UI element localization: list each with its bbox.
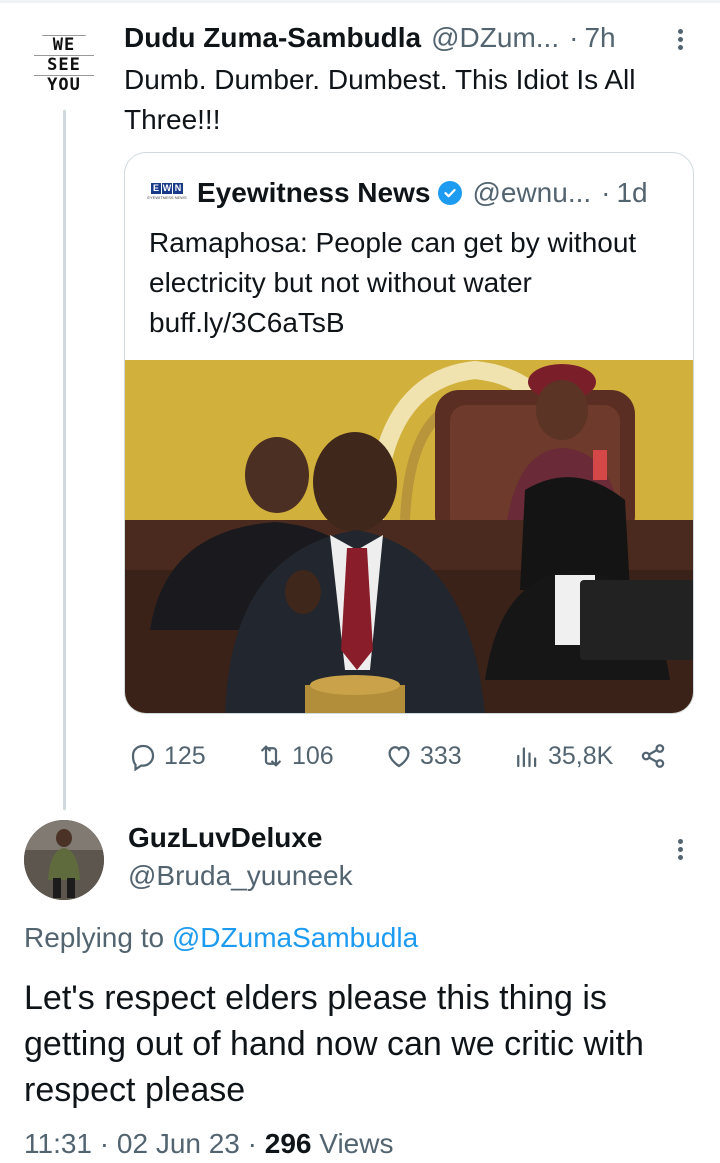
quoted-tweet-text: Ramaphosa: People can get by without ele… <box>149 227 637 338</box>
quoted-separator: · <box>601 177 611 208</box>
author-handle[interactable]: @DZum... <box>431 22 559 54</box>
retweet-button[interactable]: 106 <box>256 738 334 774</box>
reply-icon <box>131 744 155 771</box>
quoted-author-name[interactable]: Eyewitness News <box>197 177 430 209</box>
tweet-time[interactable]: 7h <box>584 22 615 54</box>
tweet-separator: · <box>569 22 579 53</box>
reply-author-handle[interactable]: @Bruda_yuuneek <box>128 860 353 892</box>
avatar-text-you: YOU <box>47 75 81 95</box>
news-photo[interactable] <box>125 360 694 714</box>
replying-prefix: Replying to <box>24 922 165 953</box>
share-button[interactable] <box>638 738 674 774</box>
reply-button[interactable]: 125 <box>128 738 206 774</box>
avatar-text-we: WE <box>52 35 76 55</box>
replying-to-line: Replying to @DZumaSambudla <box>24 922 418 954</box>
reply-time[interactable]: 11:31 <box>24 1128 92 1159</box>
like-count: 333 <box>420 741 462 770</box>
views-button[interactable]: 35,8K <box>512 738 613 774</box>
share-icon <box>641 744 665 768</box>
retweet-icon <box>261 745 281 767</box>
heart-icon <box>388 746 410 768</box>
reply-author-avatar[interactable] <box>24 820 104 900</box>
reply-text: Let's respect elders please this thing i… <box>24 979 644 1109</box>
tweet-header: Dudu Zuma-Sambudla @DZum... · 7h <box>124 22 616 54</box>
reply-views-label: Views <box>319 1128 394 1159</box>
quoted-tweet-header: E W N EYEWITNESS NEWS Eyewitness News @e… <box>147 177 647 209</box>
author-avatar[interactable]: WE SEE YOU <box>28 28 100 100</box>
like-button[interactable]: 333 <box>384 738 462 774</box>
quoted-tweet-card[interactable]: E W N EYEWITNESS NEWS Eyewitness News @e… <box>124 152 694 714</box>
views-chart-icon <box>517 747 537 768</box>
quoted-time[interactable]: 1d <box>616 177 647 209</box>
ewn-logo-avatar[interactable]: E W N EYEWITNESS NEWS <box>147 183 187 203</box>
retweet-count: 106 <box>292 741 334 770</box>
reply-author-name[interactable]: GuzLuvDeluxe <box>128 822 322 854</box>
views-count: 35,8K <box>548 741 614 770</box>
reply-views-count: 296 <box>264 1128 312 1159</box>
replying-mention-link[interactable]: @DZumaSambudla <box>172 922 418 953</box>
top-divider <box>0 0 720 3</box>
reply-more-options-icon[interactable] <box>670 836 690 866</box>
tweet-action-bar: 125 106 333 35,8K <box>128 738 688 774</box>
thread-connector-line <box>63 110 66 810</box>
avatar-photo <box>24 820 104 900</box>
reply-count: 125 <box>164 741 206 770</box>
avatar-text-see: SEE <box>47 55 81 75</box>
quoted-author-handle[interactable]: @ewnu... <box>472 177 591 209</box>
author-name[interactable]: Dudu Zuma-Sambudla <box>124 22 421 54</box>
meta-separator: · <box>99 1128 110 1159</box>
reply-metadata: 11:31 · 02 Jun 23 · 296 Views <box>24 1128 393 1160</box>
tweet-text: Dumb. Dumber. Dumbest. This Idiot Is All… <box>124 64 636 135</box>
more-options-icon[interactable] <box>670 26 690 56</box>
reply-date[interactable]: 02 Jun 23 <box>117 1128 240 1159</box>
meta-separator: · <box>247 1128 257 1159</box>
verified-badge-icon <box>438 181 463 205</box>
